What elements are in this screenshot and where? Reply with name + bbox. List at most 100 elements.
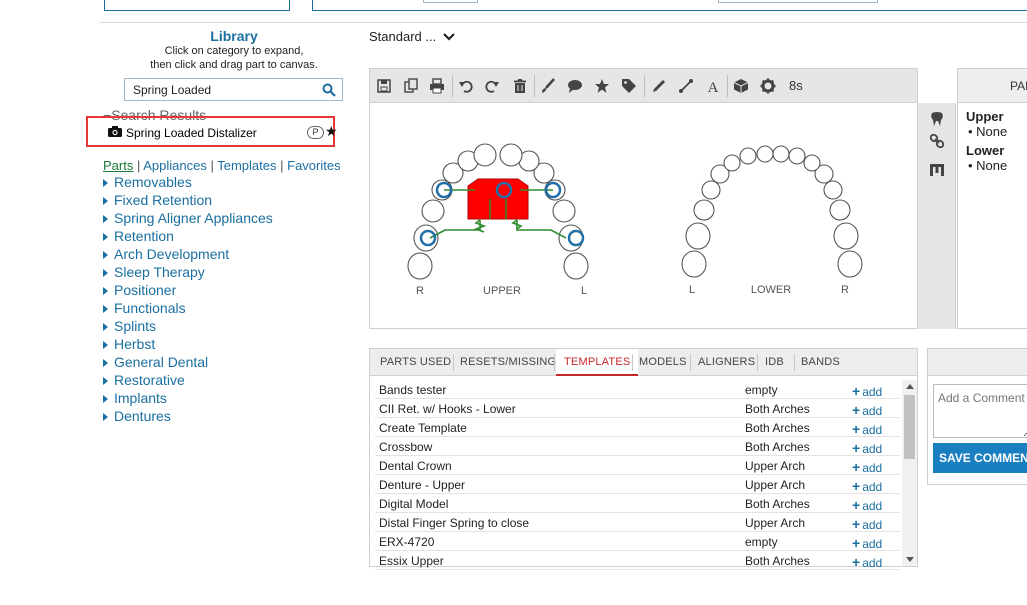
templates-scrollbar[interactable] <box>902 380 917 566</box>
tab-bands[interactable]: Bands <box>801 349 840 376</box>
expand-arrow-icon <box>103 395 108 403</box>
upper-left-label: R <box>416 285 424 297</box>
add-template-button[interactable]: + add <box>852 554 882 570</box>
add-template-button[interactable]: + add <box>852 421 882 437</box>
comment-input[interactable] <box>933 384 1027 438</box>
undo-icon[interactable] <box>458 78 474 94</box>
template-arch: empty <box>745 383 778 397</box>
link-icon[interactable] <box>929 133 945 149</box>
expand-arrow-icon <box>103 323 108 331</box>
scroll-up-arrow-icon[interactable] <box>906 384 914 389</box>
gear-icon[interactable] <box>760 78 776 94</box>
line-icon[interactable] <box>678 78 694 94</box>
scroll-down-arrow-icon[interactable] <box>906 557 914 562</box>
category-item[interactable]: Removables <box>103 173 273 191</box>
category-label: Sleep Therapy <box>114 264 205 280</box>
text-icon[interactable]: A <box>705 78 721 94</box>
comment-icon[interactable] <box>567 78 583 94</box>
save-icon[interactable] <box>376 78 392 94</box>
expand-arrow-icon <box>103 341 108 349</box>
cube-icon[interactable] <box>733 78 749 94</box>
category-item[interactable]: General Dental <box>103 353 273 371</box>
favorite-star-icon[interactable]: ★ <box>325 123 338 140</box>
table-row: Distal Finger Spring to close Upper Arch +… <box>375 513 900 532</box>
plus-icon: + <box>852 402 861 418</box>
top-left-box <box>104 0 290 11</box>
template-arch: Both Arches <box>745 440 810 454</box>
library-tab-favorites[interactable]: Favorites <box>287 158 340 173</box>
search-icon[interactable] <box>322 83 336 97</box>
save-comment-button[interactable]: SAVE COMMENT <box>933 443 1027 473</box>
category-item[interactable]: Dentures <box>103 407 273 425</box>
tab-separator <box>794 354 795 371</box>
category-item[interactable]: Sleep Therapy <box>103 263 273 281</box>
plus-icon: + <box>852 383 861 399</box>
print-icon[interactable] <box>429 78 445 94</box>
pencil-icon[interactable] <box>651 78 667 94</box>
top-inner-box-1 <box>423 0 478 3</box>
tab-templates[interactable]: Templates <box>556 349 639 376</box>
category-item[interactable]: Implants <box>103 389 273 407</box>
expand-arrow-icon <box>103 269 108 277</box>
table-row: Crossbow Both Arches + add <box>375 437 900 456</box>
category-label: General Dental <box>114 354 209 370</box>
tag-icon[interactable] <box>621 78 637 94</box>
category-item[interactable]: Arch Development <box>103 245 273 263</box>
category-item[interactable]: Splints <box>103 317 273 335</box>
template-name: Crossbow <box>379 440 433 454</box>
plus-icon: + <box>852 421 861 437</box>
add-template-button[interactable]: + add <box>852 535 882 551</box>
category-item[interactable]: Restorative <box>103 371 273 389</box>
comment-panel: SAVE COMMENT <box>927 348 1027 485</box>
category-item[interactable]: Retention <box>103 227 273 245</box>
library-tab-templates[interactable]: Templates <box>217 158 276 173</box>
category-item[interactable]: Spring Aligner Appliances <box>103 209 273 227</box>
tab-aligners[interactable]: Aligners <box>698 349 755 376</box>
copy-icon[interactable] <box>403 78 419 94</box>
templates-table: Bands tester empty + add CII Ret. w/ Hooks … <box>375 380 900 570</box>
lower-arch-label: LOWER <box>751 284 791 296</box>
category-label: Fixed Retention <box>114 192 213 208</box>
camera-icon[interactable] <box>108 126 122 137</box>
add-template-button[interactable]: + add <box>852 459 882 475</box>
search-result-item[interactable]: Spring Loaded Distalizer P ★ <box>86 116 338 147</box>
template-name: Create Template <box>379 421 467 435</box>
category-item[interactable]: Herbst <box>103 335 273 353</box>
plus-icon: + <box>852 478 861 494</box>
trash-icon[interactable] <box>512 78 528 94</box>
template-name: Distal Finger Spring to close <box>379 516 530 530</box>
add-template-button[interactable]: + add <box>852 516 882 532</box>
plus-icon: + <box>852 554 861 570</box>
expand-arrow-icon <box>103 197 108 205</box>
template-arch: Both Arches <box>745 421 810 435</box>
standard-dropdown[interactable]: Standard ... <box>369 29 455 44</box>
redo-icon[interactable] <box>484 78 500 94</box>
tab-separator <box>690 354 691 371</box>
arch-bridge-icon[interactable] <box>929 162 945 178</box>
category-item[interactable]: Fixed Retention <box>103 191 273 209</box>
add-template-button[interactable]: + add <box>852 402 882 418</box>
add-template-button[interactable]: + add <box>852 383 882 399</box>
tab-models[interactable]: Models <box>639 349 687 376</box>
library-tab-parts[interactable]: Parts <box>103 158 133 173</box>
scrollbar-thumb[interactable] <box>904 395 915 459</box>
table-row: Denture - Upper Upper Arch + add <box>375 475 900 494</box>
tab-separator <box>757 354 758 371</box>
top-right-box <box>312 0 1027 11</box>
arch-drawing[interactable]: R UPPER L L LOWER R <box>370 104 917 329</box>
brush-icon[interactable] <box>540 78 556 94</box>
library-tab-appliances[interactable]: Appliances <box>143 158 207 173</box>
tab-parts-used[interactable]: Parts Used <box>380 349 451 376</box>
tab-idb[interactable]: IDB <box>765 349 784 376</box>
add-template-button[interactable]: + add <box>852 478 882 494</box>
tooth-icon[interactable] <box>929 111 945 127</box>
category-item[interactable]: Positioner <box>103 281 273 299</box>
star-icon[interactable] <box>594 78 610 94</box>
add-template-button[interactable]: + add <box>852 440 882 456</box>
tab-resets-missing[interactable]: Resets/Missing <box>460 349 556 376</box>
template-arch: Upper Arch <box>745 516 806 530</box>
template-name: Digital Model <box>379 497 449 511</box>
library-search-input[interactable] <box>125 79 315 100</box>
category-item[interactable]: Functionals <box>103 299 273 317</box>
add-template-button[interactable]: + add <box>852 497 882 513</box>
